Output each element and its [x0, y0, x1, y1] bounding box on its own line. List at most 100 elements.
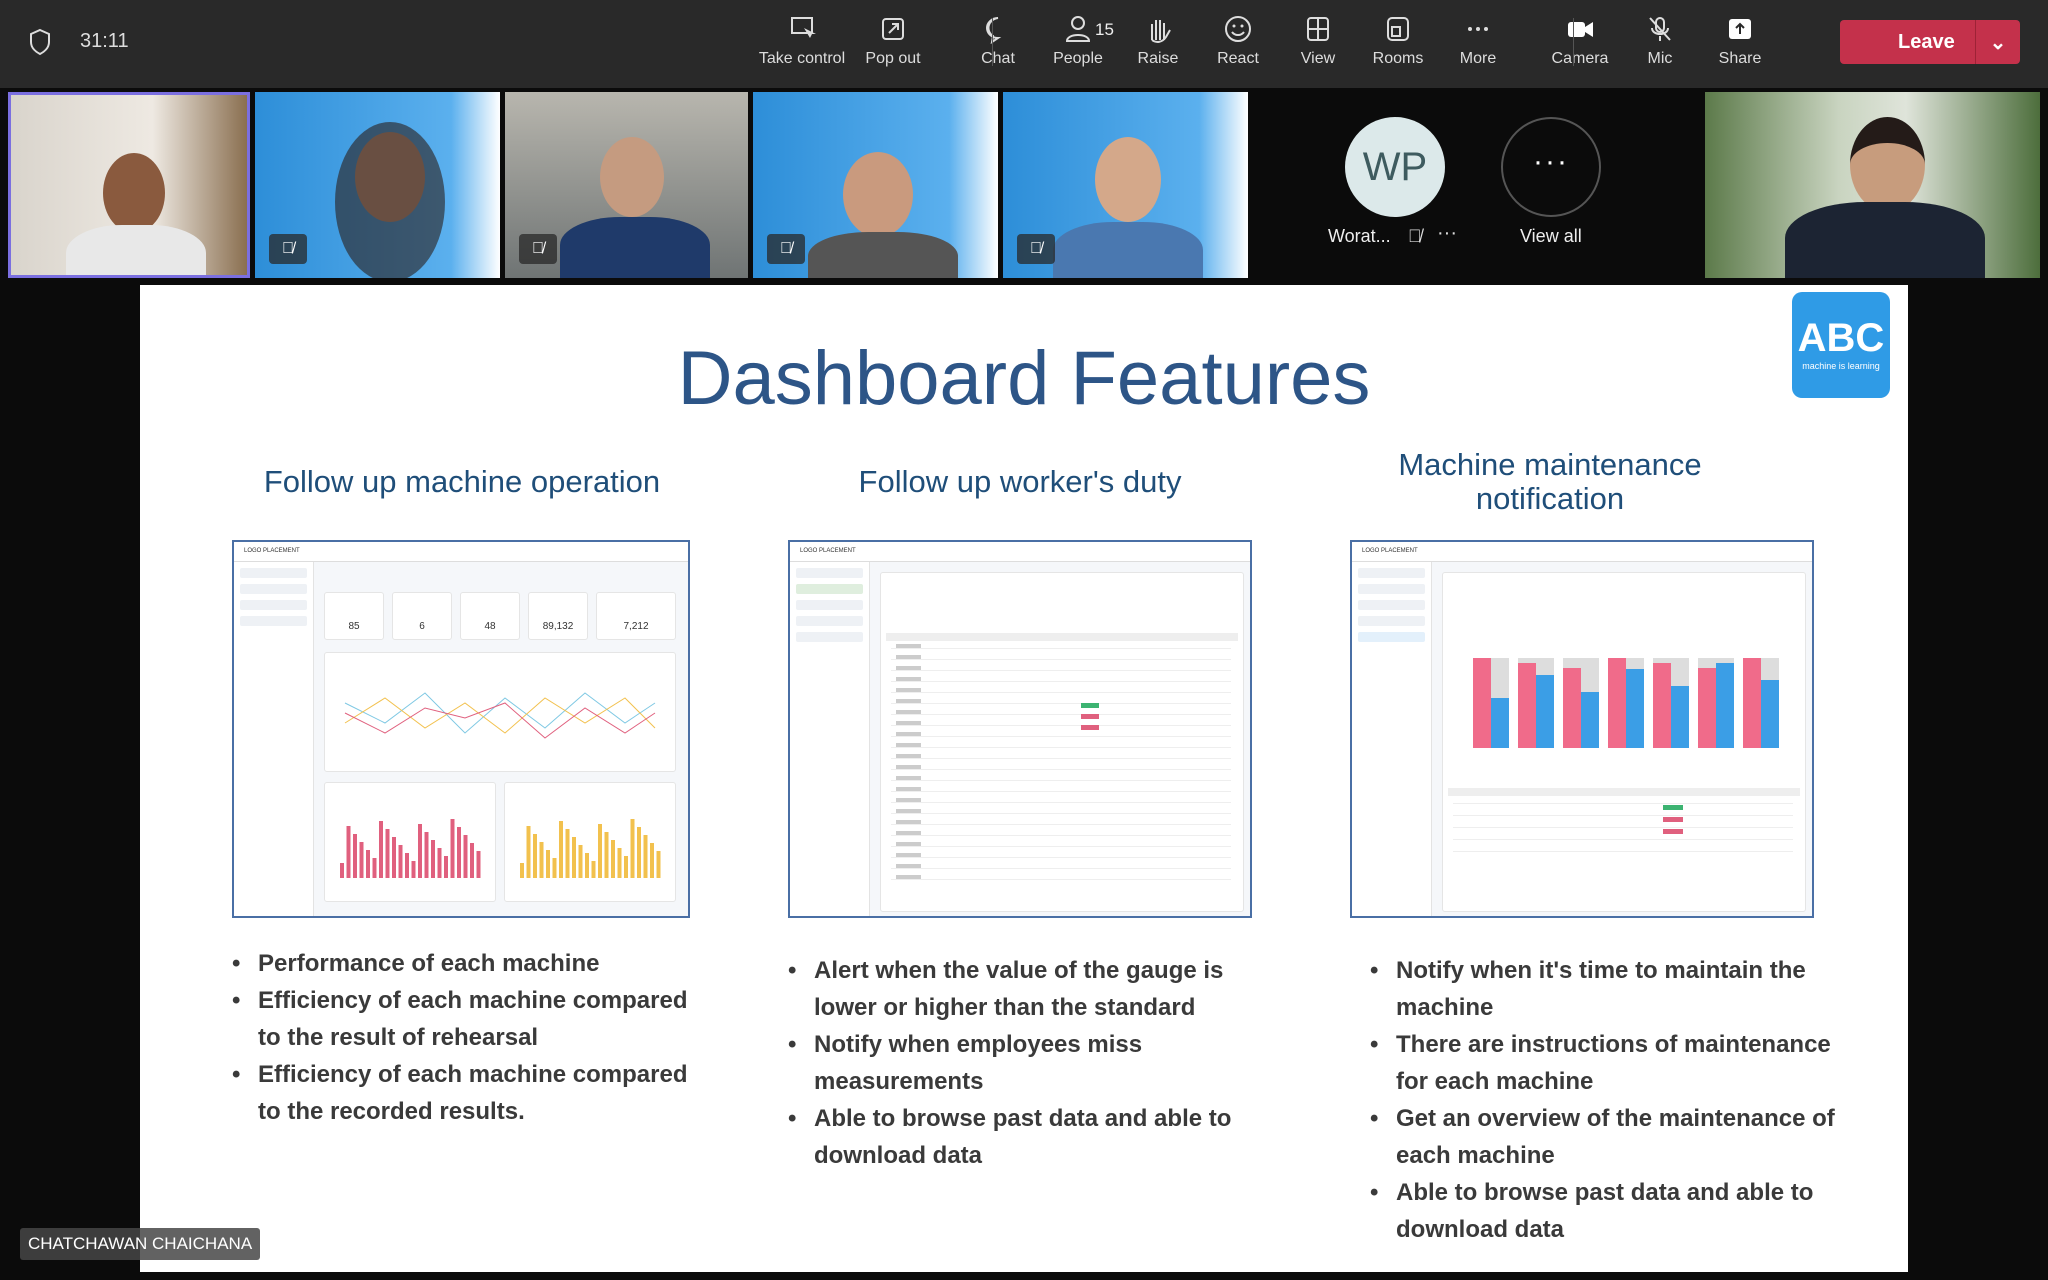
button-label: Share — [1718, 50, 1762, 67]
mini-mark — [359, 842, 364, 878]
bullet-item: Notify when employees miss measurements — [788, 1026, 1252, 1100]
chat-button[interactable]: Chat — [953, 14, 1043, 68]
button-label: Chat — [981, 50, 1015, 67]
mini-mark — [552, 858, 557, 878]
people-icon — [1065, 16, 1091, 42]
mini-mark — [896, 864, 921, 868]
video-tile[interactable]: 🎙̸ — [1003, 92, 1248, 278]
mini-mark — [896, 721, 921, 725]
meeting-timer: 31:11 — [80, 30, 129, 52]
button-label: Mic — [1647, 50, 1673, 67]
slide-title: Dashboard Features — [677, 336, 1371, 421]
divider — [1573, 18, 1574, 66]
mini-mark — [565, 829, 570, 878]
share-icon — [1729, 19, 1751, 39]
avatar[interactable]: WP — [1345, 117, 1445, 217]
mini-mark — [1608, 658, 1626, 748]
mini-mark — [896, 820, 921, 824]
people-count: 15 — [1095, 20, 1114, 39]
bullet-item: Able to browse past data and able to dow… — [788, 1100, 1252, 1174]
mini-mark — [896, 743, 921, 747]
button-label: More — [1459, 50, 1497, 67]
mini-mark — [896, 644, 921, 648]
bullet-item: Performance of each machine — [232, 945, 692, 982]
leave-button[interactable]: Leave ⌄ — [1840, 20, 2020, 64]
hand-icon — [1151, 20, 1171, 43]
mini-mark — [896, 798, 921, 802]
share-button[interactable]: Share — [1695, 14, 1785, 68]
mini-mark — [891, 857, 1231, 858]
mini-mark — [891, 692, 1231, 693]
mic-off-icon: 🎙̸ — [767, 234, 805, 264]
mini-mark — [533, 834, 537, 878]
shield-icon — [30, 28, 50, 56]
mini-mark — [891, 670, 1231, 671]
bullet-item: There are instructions of maintenance fo… — [1370, 1026, 1840, 1100]
rooms-button[interactable]: Rooms — [1353, 14, 1443, 68]
dashboard-screenshot-maintenance: LOGO PLACEMENT — [1350, 540, 1814, 918]
mini-mark — [611, 840, 615, 878]
chevron-down-icon[interactable]: ⌄ — [1975, 20, 2020, 64]
mini-mark — [340, 863, 344, 878]
view-button[interactable]: View — [1273, 14, 1363, 68]
take-control-button[interactable]: Take control — [757, 14, 847, 68]
mini-mark — [1663, 805, 1683, 810]
more-options-icon[interactable]: ··· — [1437, 222, 1457, 245]
bullet-list: Alert when the value of the gauge is low… — [788, 952, 1252, 1174]
mini-mark — [1653, 663, 1671, 748]
mini-mark — [366, 850, 370, 878]
mini-mark — [891, 703, 1231, 704]
mini-mark — [379, 821, 383, 878]
mini-mark — [637, 827, 641, 878]
mini-mark — [891, 846, 1231, 847]
view-all-button[interactable]: ··· — [1501, 117, 1601, 217]
mini-mark — [1453, 803, 1793, 804]
divider — [992, 18, 993, 66]
mini-mark — [891, 780, 1231, 781]
mic-off-icon: 🎙̸ — [1017, 234, 1055, 264]
mini-mark — [891, 659, 1231, 660]
mini-mark — [896, 754, 921, 758]
mini-mark — [431, 840, 435, 878]
bullet-list: Performance of each machineEfficiency of… — [232, 945, 692, 1130]
mini-mark — [1671, 686, 1689, 748]
video-tile-presenter[interactable] — [8, 92, 250, 278]
video-tile[interactable]: 🎙̸ — [255, 92, 500, 278]
pop-out-button[interactable]: Pop out — [848, 14, 938, 68]
mini-mark — [1081, 725, 1099, 730]
button-label: People — [1053, 50, 1103, 67]
mini-mark — [1081, 714, 1099, 719]
button-label: Raise — [1137, 50, 1179, 67]
mini-mark — [896, 776, 921, 780]
mini-mark — [643, 835, 648, 878]
more-button[interactable]: More — [1433, 14, 1523, 68]
column-heading: Follow up machine operation — [263, 464, 661, 499]
bullet-item: Get an overview of the maintenance of ea… — [1370, 1100, 1840, 1174]
leave-label: Leave — [1898, 30, 1955, 53]
video-tile[interactable] — [1705, 92, 2040, 278]
mini-mark — [1663, 817, 1683, 822]
mic-button[interactable]: Mic — [1615, 14, 1705, 68]
mini-mark — [353, 834, 357, 878]
raise-button[interactable]: Raise — [1113, 14, 1203, 68]
camera-button[interactable]: Camera — [1535, 14, 1625, 68]
video-tile[interactable]: 🎙̸ — [753, 92, 998, 278]
mini-mark — [650, 843, 654, 878]
mini-mark — [1581, 692, 1599, 748]
react-button[interactable]: React — [1193, 14, 1283, 68]
mini-mark — [891, 758, 1231, 759]
mini-mark — [891, 747, 1231, 748]
more-icon — [1468, 27, 1488, 31]
mini-mark — [1473, 658, 1491, 748]
mini-mark — [346, 826, 351, 878]
mini-mark — [896, 655, 921, 659]
video-tile[interactable]: 🎙̸ — [505, 92, 748, 278]
rooms-icon — [1387, 17, 1409, 41]
mini-mark — [572, 837, 576, 878]
people-button[interactable]: People 15 — [1033, 14, 1123, 68]
mini-mark — [896, 732, 921, 736]
mini-mark — [896, 853, 921, 857]
mini-mark — [1663, 829, 1683, 834]
camera-icon — [1568, 22, 1593, 37]
mini-mark — [520, 863, 524, 878]
